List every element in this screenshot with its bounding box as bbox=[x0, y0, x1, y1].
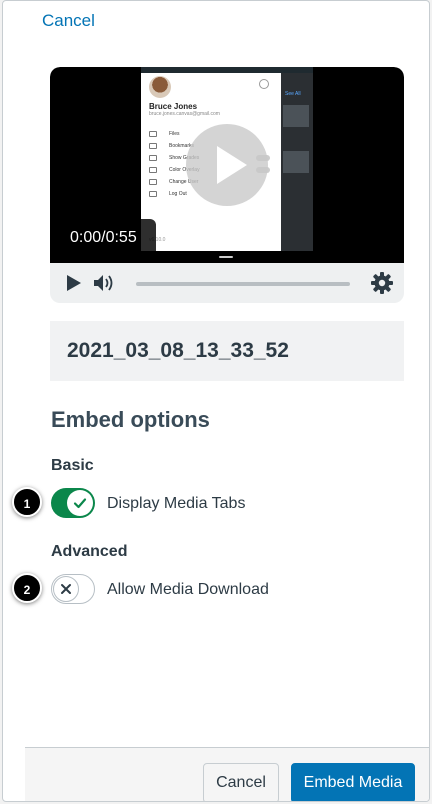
volume-icon[interactable] bbox=[92, 272, 116, 294]
toggle-knob bbox=[53, 576, 79, 602]
cancel-button[interactable]: Cancel bbox=[203, 763, 279, 801]
allow-media-download-toggle[interactable] bbox=[51, 574, 95, 604]
course-card bbox=[283, 151, 309, 173]
user-name: Bruce Jones bbox=[149, 102, 198, 111]
display-media-tabs-toggle[interactable] bbox=[51, 488, 95, 518]
toggle-knob bbox=[67, 490, 93, 516]
allow-media-download-label[interactable]: Allow Media Download bbox=[107, 581, 269, 599]
media-title-field[interactable]: 2021_03_08_13_33_52 bbox=[50, 321, 404, 381]
play-icon[interactable] bbox=[64, 273, 84, 293]
progress-bar[interactable] bbox=[136, 282, 350, 286]
big-play-button[interactable] bbox=[186, 124, 268, 206]
callout-badge-1: 1 bbox=[12, 487, 42, 517]
timecode: 0:00/0:55 bbox=[50, 219, 156, 257]
media-title: 2021_03_08_13_33_52 bbox=[67, 339, 289, 362]
grades-icon bbox=[149, 155, 157, 161]
player-controls bbox=[50, 263, 404, 303]
callout-badge-2: 2 bbox=[12, 573, 42, 603]
checkmark-icon bbox=[73, 498, 87, 509]
menu-item-label: Files bbox=[169, 131, 180, 137]
user-email: bruce.jones.canvas@gmail.com bbox=[149, 111, 220, 117]
folder-icon bbox=[149, 131, 157, 137]
color-overlay-icon bbox=[149, 167, 157, 173]
menu-item-label: Log Out bbox=[169, 191, 187, 197]
phone-nav-bar bbox=[141, 251, 313, 263]
video-frame[interactable]: Bruce Jones bruce.jones.canvas@gmail.com… bbox=[50, 67, 404, 263]
dialog-footer: Cancel Embed Media bbox=[25, 747, 429, 801]
settings-gear-icon[interactable] bbox=[370, 271, 394, 295]
avatar bbox=[149, 76, 171, 98]
embed-media-button[interactable]: Embed Media bbox=[291, 763, 415, 801]
cancel-link[interactable]: Cancel bbox=[42, 11, 95, 31]
display-media-tabs-label[interactable]: Display Media Tabs bbox=[107, 495, 245, 513]
user-icon bbox=[149, 179, 157, 185]
phone-background-content: See All bbox=[281, 73, 313, 251]
gear-icon bbox=[259, 79, 269, 89]
x-icon bbox=[61, 584, 71, 594]
embed-options-heading: Embed options bbox=[51, 407, 210, 432]
logout-icon bbox=[149, 191, 157, 197]
basic-section-label: Basic bbox=[51, 457, 94, 474]
bookmark-icon bbox=[149, 143, 157, 149]
video-player: Bruce Jones bruce.jones.canvas@gmail.com… bbox=[50, 67, 404, 303]
course-card bbox=[283, 105, 309, 127]
embed-media-dialog: Cancel Bruce Jones bruce.jones.canvas@gm… bbox=[2, 0, 430, 802]
home-indicator bbox=[219, 256, 233, 258]
see-all-link: See All bbox=[285, 91, 301, 97]
advanced-section-label: Advanced bbox=[51, 543, 128, 560]
